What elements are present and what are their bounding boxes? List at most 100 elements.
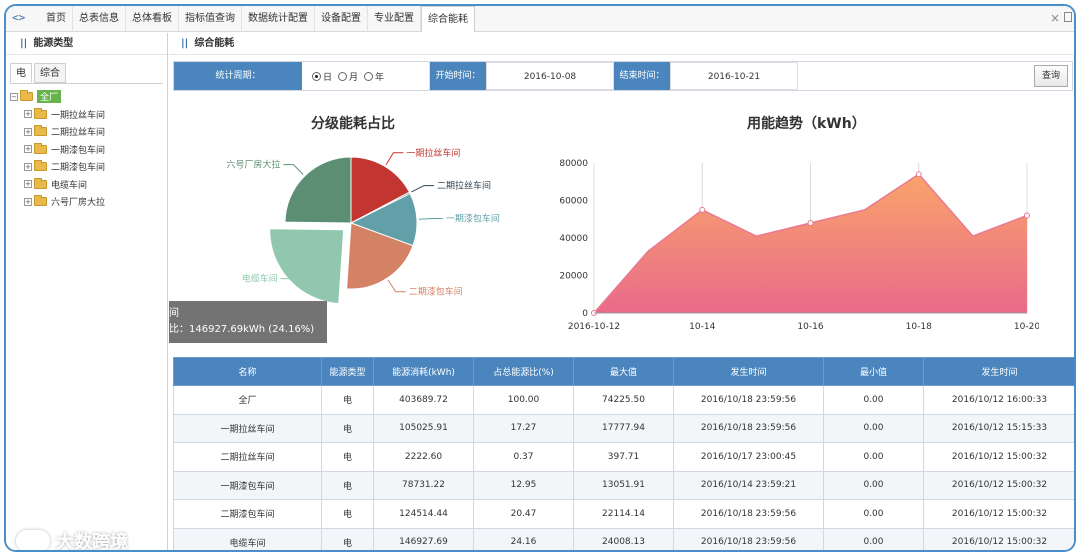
tab-electric[interactable]: 电 — [10, 63, 32, 83]
folder-icon — [20, 90, 33, 102]
table-cell: 20.47 — [473, 499, 574, 529]
table-cell: 78731.22 — [373, 470, 474, 500]
expand-icon[interactable]: + — [24, 127, 32, 136]
x-tick-label: 10-14 — [689, 322, 715, 332]
panel-title: || 能源类型 — [6, 33, 167, 55]
start-time-input[interactable]: 2016-10-08 — [486, 62, 614, 90]
watermark: 大数跨境 — [16, 528, 128, 552]
tab-combined[interactable]: 综合 — [34, 63, 66, 83]
pie-label: 一期拉丝车间 — [406, 147, 460, 159]
tab-device-config[interactable]: 设备配置 — [315, 6, 368, 32]
radio-checked-icon[interactable] — [312, 71, 321, 81]
radio-day[interactable]: 日 — [312, 70, 332, 83]
table-row[interactable]: 电缆车间电 146927.69 24.16 24008.13 2016/10/18 23… — [173, 527, 1074, 550]
tab-specialty-config[interactable]: 专业配置 — [368, 6, 421, 32]
table-cell: 0.00 — [823, 442, 924, 472]
table-row[interactable]: 二期拉丝车间电 2222.60 0.37 397.71 2016/10/17 23:00… — [173, 442, 1074, 472]
table-cell: 2016/10/12 16:00:33 — [923, 385, 1074, 415]
column-header: 发生时间 — [923, 357, 1074, 386]
tab-stats-config[interactable]: 数据统计配置 — [242, 6, 315, 32]
pie-label: 一期漆包车间 — [446, 212, 500, 224]
tab-home[interactable]: 首页 — [40, 6, 73, 32]
tree-item[interactable]: + 六号厂房大拉 — [10, 193, 163, 211]
tree-root-label[interactable]: 全厂 — [37, 90, 62, 104]
y-tick-label: 0 — [582, 309, 588, 319]
tree-item-label[interactable]: 二期拉丝车间 — [51, 125, 105, 138]
nav-tabs: 首页 总表信息 总体看板 指标值查询 数据统计配置 设备配置 专业配置 综合能耗 — [40, 6, 475, 33]
column-header: 能源消耗(kWh) — [373, 357, 474, 386]
watermark-text: 大数跨境 — [56, 532, 128, 552]
pie-slice[interactable] — [269, 228, 345, 305]
tree-item[interactable]: + 电缆车间 — [10, 176, 163, 194]
pie-label: 六号厂房大拉 — [226, 159, 280, 171]
table-cell: 24008.13 — [573, 527, 674, 550]
table-cell: 电 — [321, 385, 374, 415]
table-cell: 2016/10/12 15:00:32 — [923, 527, 1074, 550]
data-point[interactable] — [915, 171, 922, 178]
main-title-text: 综合能耗 — [194, 38, 235, 49]
tree-item-label[interactable]: 电缆车间 — [51, 178, 87, 191]
table-cell: 2016/10/18 23:59:56 — [673, 527, 824, 550]
data-point[interactable] — [699, 206, 706, 213]
folder-icon — [34, 195, 47, 207]
tree-root[interactable]: − 全厂 — [10, 88, 163, 106]
tab-dashboard[interactable]: 总体看板 — [126, 6, 179, 32]
pie-slice[interactable] — [284, 156, 352, 224]
table-header-row: 名称 能源类型 能源消耗(kWh) 占总能源比(%) 最大值 发生时间 最小值 发生时间 — [173, 357, 1074, 386]
tree-item[interactable]: + 二期漆包车间 — [10, 158, 163, 176]
tree-item[interactable]: + 一期漆包车间 — [10, 141, 163, 159]
table-row[interactable]: 一期拉丝车间电 105025.91 17.27 17777.94 2016/10/18 … — [173, 413, 1074, 443]
pie-label: 二期漆包车间 — [409, 286, 463, 298]
end-time-input[interactable]: 2016-10-21 — [670, 62, 798, 90]
start-time-label: 开始时间： — [430, 62, 486, 90]
radio-icon[interactable] — [338, 71, 348, 81]
table-body: 全厂电 403689.72 100.00 74225.50 2016/10/18 23:… — [173, 385, 1074, 550]
table-cell: 电 — [321, 442, 374, 472]
collapse-icon[interactable]: − — [10, 92, 18, 101]
folder-icon — [34, 142, 47, 154]
table-row[interactable]: 全厂电 403689.72 100.00 74225.50 2016/10/18 23:… — [173, 385, 1074, 415]
energy-tabs: 电 综合 — [10, 63, 167, 83]
table-cell: 一期漆包车间 — [173, 470, 322, 500]
data-point[interactable] — [1024, 212, 1030, 219]
tree-item-label[interactable]: 一期拉丝车间 — [51, 108, 105, 121]
window-icon[interactable] — [1064, 12, 1072, 22]
close-icon[interactable]: × — [1050, 11, 1060, 25]
code-icon[interactable]: <> — [12, 11, 25, 24]
query-button[interactable]: 查询 — [1034, 65, 1068, 87]
column-header: 最小值 — [823, 357, 924, 386]
folder-icon — [34, 107, 47, 119]
tree-item[interactable]: + 一期拉丝车间 — [10, 106, 163, 124]
tree-item[interactable]: + 二期拉丝车间 — [10, 123, 163, 141]
expand-icon[interactable]: + — [24, 180, 32, 189]
table-cell: 0.37 — [473, 442, 574, 472]
expand-icon[interactable]: + — [24, 110, 32, 119]
expand-icon[interactable]: + — [24, 162, 32, 171]
table-cell: 0.00 — [823, 527, 924, 550]
title-bar-icon: || — [20, 38, 28, 49]
tree-item-label[interactable]: 一期漆包车间 — [51, 143, 105, 156]
expand-icon[interactable]: + — [24, 197, 32, 206]
radio-icon[interactable] — [364, 71, 374, 81]
tree-item-label[interactable]: 六号厂房大拉 — [51, 195, 105, 208]
table-cell: 22114.14 — [573, 499, 674, 529]
table-cell: 2016/10/12 15:15:33 — [923, 413, 1074, 443]
table-row[interactable]: 二期漆包车间电 124514.44 20.47 22114.14 2016/10/18 … — [173, 499, 1074, 529]
expand-icon[interactable]: + — [24, 145, 32, 154]
table-cell: 17.27 — [473, 413, 574, 443]
tab-meter-info[interactable]: 总表信息 — [73, 6, 126, 32]
energy-table: 名称 能源类型 能源消耗(kWh) 占总能源比(%) 最大值 发生时间 最小值 发生时间 全厂… — [173, 357, 1074, 550]
tab-indicator-query[interactable]: 指标值查询 — [179, 6, 242, 32]
table-row[interactable]: 一期漆包车间电 78731.22 12.95 13051.91 2016/10/14 2… — [173, 470, 1074, 500]
column-header: 占总能源比(%) — [473, 357, 574, 386]
table-cell: 二期漆包车间 — [173, 499, 322, 529]
table-cell: 一期拉丝车间 — [173, 413, 322, 443]
tooltip-line2: 比：146927.69kWh (24.16%) — [169, 324, 315, 335]
data-point[interactable] — [807, 220, 814, 226]
radio-month[interactable]: 月 — [338, 70, 358, 83]
pie-leader-line — [385, 152, 404, 166]
watermark-logo-icon — [16, 530, 50, 550]
tree-item-label[interactable]: 二期漆包车间 — [51, 160, 105, 173]
tab-energy-consumption[interactable]: 综合能耗 — [421, 6, 475, 33]
radio-year[interactable]: 年 — [364, 70, 384, 83]
